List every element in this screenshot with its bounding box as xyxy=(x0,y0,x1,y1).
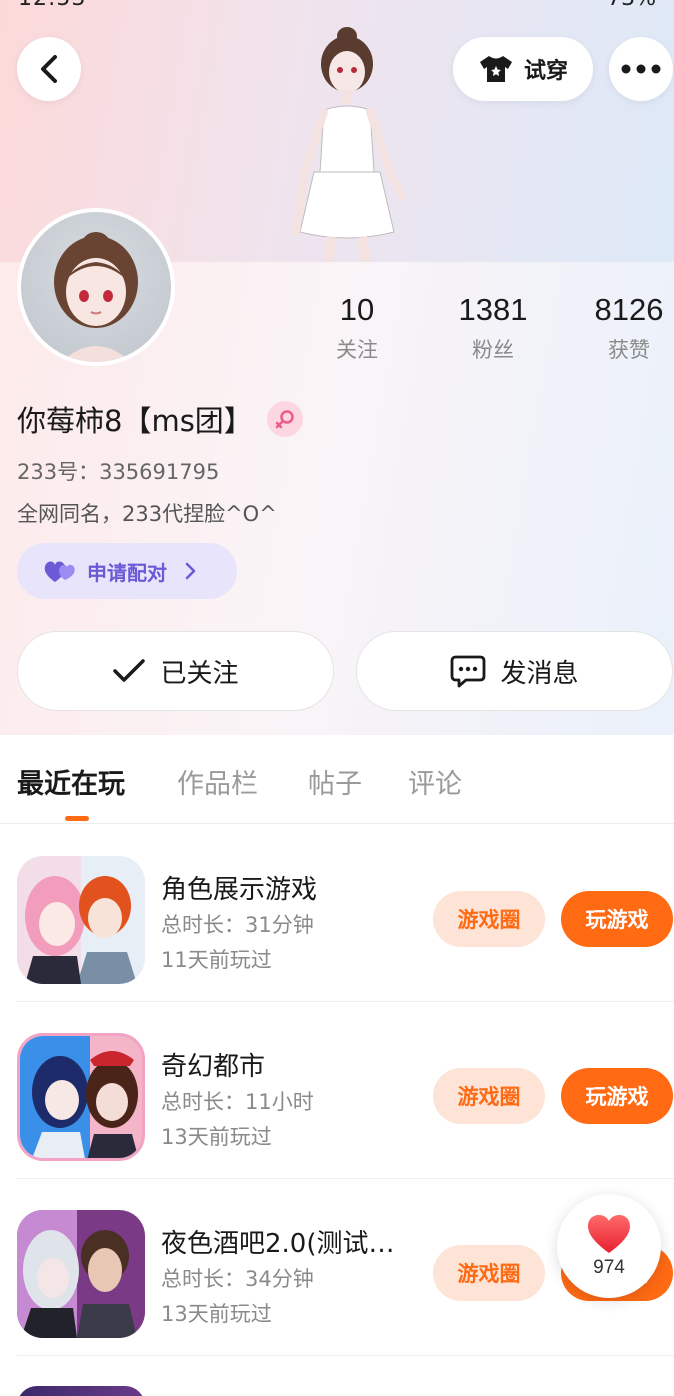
chat-bubble-icon xyxy=(451,655,486,688)
stat-following[interactable]: 10 关注 xyxy=(302,292,412,364)
heart-icon xyxy=(588,1215,630,1253)
like-count: 974 xyxy=(593,1257,625,1278)
status-battery: 73% xyxy=(607,0,656,11)
stat-likes-value: 8126 xyxy=(594,292,664,327)
list-item[interactable]: 奇幻都市 总时长：11小时 13天前玩过 游戏圈 玩游戏 xyxy=(0,1002,674,1179)
stat-following-label: 关注 xyxy=(336,338,378,362)
send-message-label: 发消息 xyxy=(500,658,579,689)
send-message-button[interactable]: 发消息 xyxy=(356,631,673,711)
game-icon xyxy=(17,1033,145,1161)
game-circle-button[interactable]: 游戏圈 xyxy=(433,1068,545,1124)
stat-likes[interactable]: 8126 获赞 xyxy=(574,292,674,364)
status-time: 12:53 xyxy=(18,0,86,11)
more-dots-icon xyxy=(621,64,661,74)
game-circle-button[interactable]: 游戏圈 xyxy=(433,1245,545,1301)
stat-followers-value: 1381 xyxy=(458,292,528,327)
character-figure xyxy=(292,27,406,262)
game-icon xyxy=(17,856,145,984)
double-heart-icon xyxy=(44,561,75,582)
more-button[interactable] xyxy=(609,37,673,101)
game-last-played: 13天前玩过 xyxy=(161,1125,272,1149)
stat-followers-label: 粉丝 xyxy=(472,338,514,362)
tab-indicator xyxy=(65,816,89,821)
stat-followers[interactable]: 1381 粉丝 xyxy=(438,292,548,364)
game-title: 夜色酒吧2.0(测试… xyxy=(161,1229,395,1259)
game-circle-button[interactable]: 游戏圈 xyxy=(433,891,545,947)
user-bio: 全网同名，233代捏脸^O^ xyxy=(17,502,277,526)
username: 你莓柿8【ms团】 xyxy=(17,404,253,438)
followed-button[interactable]: 已关注 xyxy=(17,631,334,711)
profile-header: 12:53 73% 试穿 xyxy=(0,0,674,735)
game-title: 角色展示游戏 xyxy=(161,875,318,905)
avatar-image xyxy=(21,212,171,362)
like-floating-button[interactable]: 974 xyxy=(557,1194,661,1298)
list-item[interactable]: 角色展示游戏 总时长：31分钟 11天前玩过 游戏圈 玩游戏 xyxy=(0,825,674,1002)
followed-label: 已关注 xyxy=(160,658,239,689)
avatar-portrait xyxy=(54,232,138,362)
divider xyxy=(17,1355,674,1356)
tab-comments[interactable]: 评论 xyxy=(408,762,462,801)
try-on-button[interactable]: 试穿 xyxy=(453,37,593,101)
play-game-button[interactable]: 玩游戏 xyxy=(561,891,673,947)
game-duration: 总时长：31分钟 xyxy=(161,913,314,937)
game-duration: 总时长：11小时 xyxy=(161,1090,314,1114)
stat-likes-label: 获赞 xyxy=(608,338,650,362)
profile-tabs: 最近在玩 作品栏 帖子 评论 xyxy=(0,735,674,824)
apply-pair-label: 申请配对 xyxy=(87,560,167,585)
game-title: 奇幻都市 xyxy=(161,1052,266,1082)
username-row: 你莓柿8【ms团】 xyxy=(17,398,303,440)
tshirt-icon xyxy=(479,56,512,82)
apply-pair-button[interactable]: 申请配对 xyxy=(17,543,237,599)
back-button[interactable] xyxy=(17,37,81,101)
tab-posts[interactable]: 帖子 xyxy=(308,762,362,801)
check-icon xyxy=(113,659,146,682)
play-game-button[interactable]: 玩游戏 xyxy=(561,1068,673,1124)
game-icon-partial xyxy=(17,1386,145,1396)
chevron-left-icon xyxy=(41,55,57,83)
user-id: 233号：335691795 xyxy=(17,460,220,484)
game-icon xyxy=(17,1210,145,1338)
tab-works[interactable]: 作品栏 xyxy=(177,762,258,801)
avatar[interactable] xyxy=(17,208,175,366)
game-duration: 总时长：34分钟 xyxy=(161,1267,314,1291)
try-on-label: 试穿 xyxy=(523,59,568,84)
chevron-right-icon xyxy=(185,562,196,580)
female-icon xyxy=(266,401,303,437)
game-last-played: 11天前玩过 xyxy=(161,948,272,972)
stat-following-value: 10 xyxy=(339,292,375,327)
game-last-played: 13天前玩过 xyxy=(161,1302,272,1326)
tab-recently-played[interactable]: 最近在玩 xyxy=(17,762,125,801)
